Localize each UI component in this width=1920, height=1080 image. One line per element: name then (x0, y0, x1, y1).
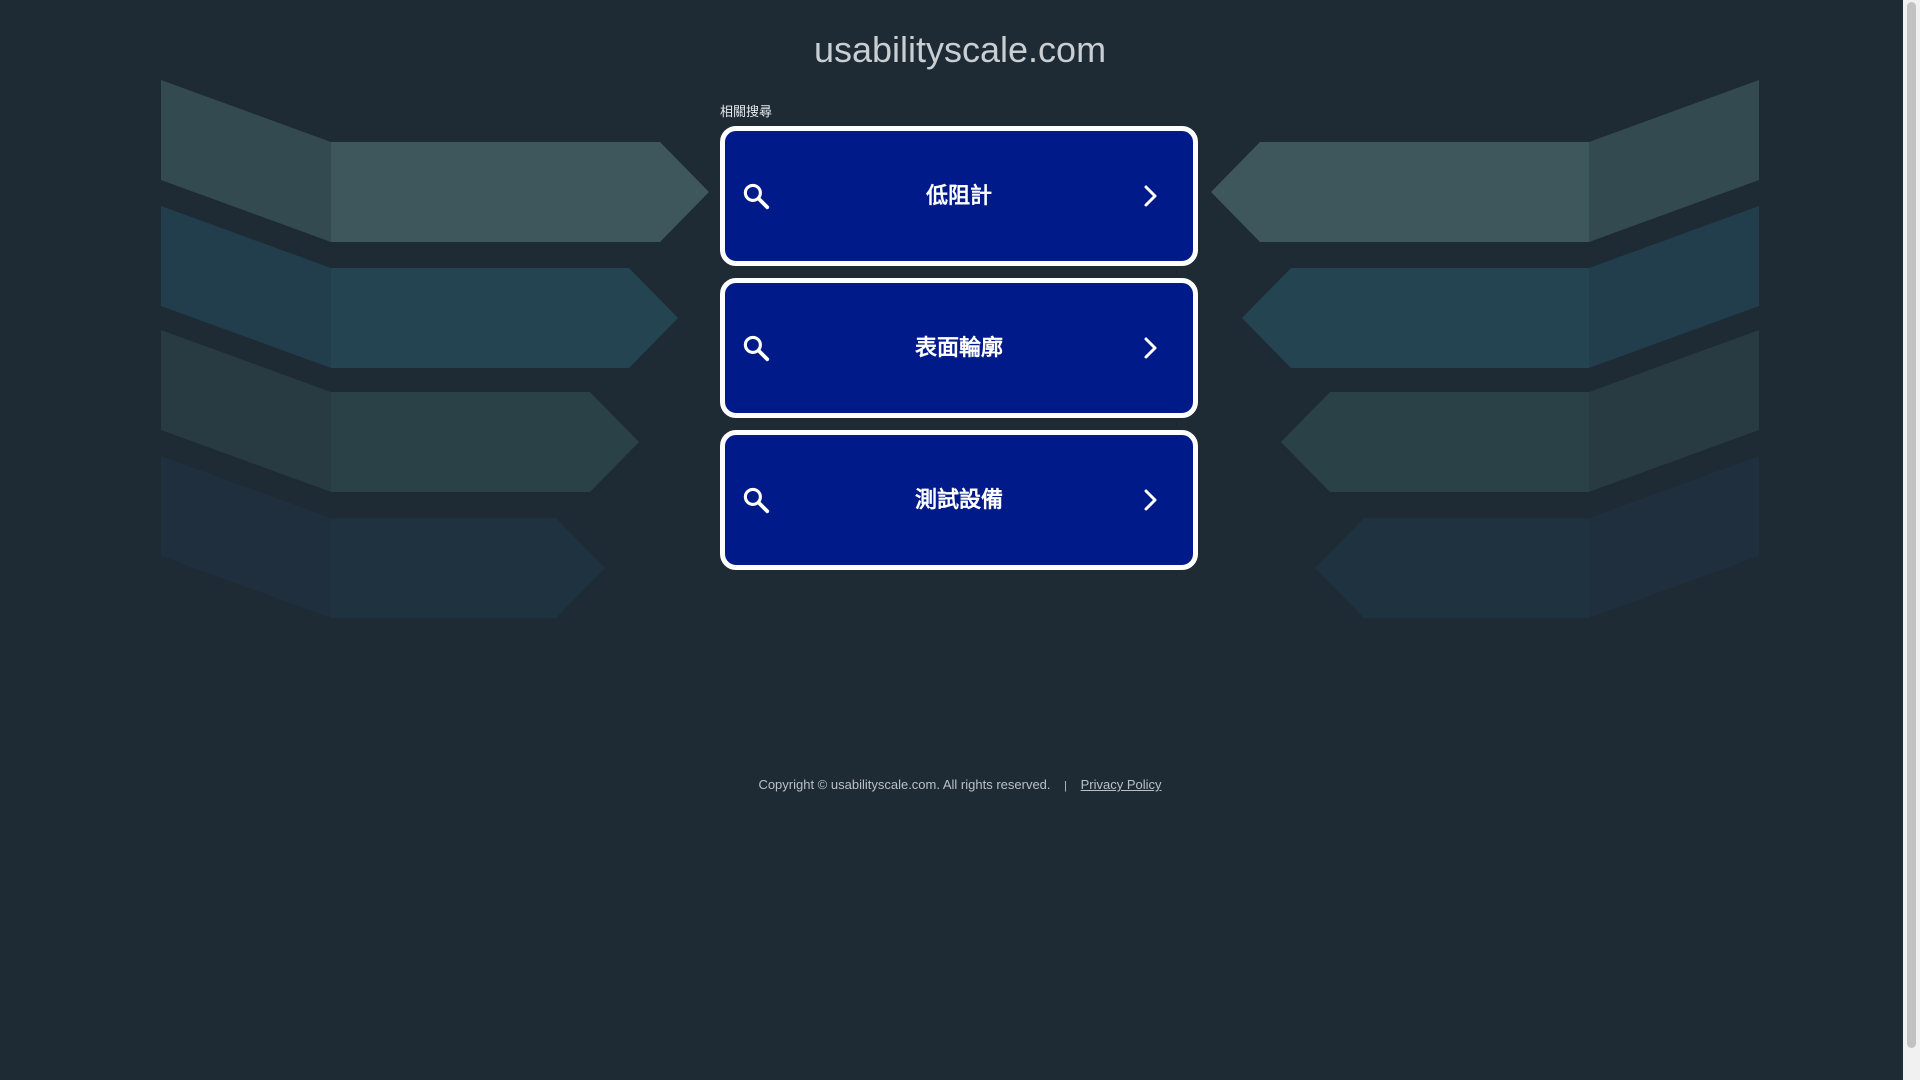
chevron-right-icon (1144, 489, 1157, 511)
related-search-button-3[interactable]: 測試設備 (720, 430, 1198, 570)
related-search-button-2[interactable]: 表面輪廓 (720, 278, 1198, 418)
chevron-right-icon (1144, 185, 1157, 207)
copyright-text: Copyright © usabilityscale.com. All righ… (758, 777, 1051, 792)
parked-domain-page: usabilityscale.com 相關搜尋 低阻計 表面輪廓 測試設備 Co… (0, 0, 1920, 1080)
related-search-label: 測試設備 (914, 487, 1003, 512)
scrollbar-thumb[interactable] (1907, 2, 1916, 1048)
page-title: usabilityscale.com (813, 29, 1107, 70)
related-searches-label: 相關搜尋 (720, 104, 773, 119)
related-search-button-1[interactable]: 低阻計 (720, 126, 1198, 266)
footer: Copyright © usabilityscale.com. All righ… (0, 777, 1920, 794)
related-search-label: 低阻計 (925, 183, 992, 208)
related-search-label: 表面輪廓 (914, 335, 1003, 360)
footer-separator: | (1064, 780, 1068, 792)
vertical-scrollbar[interactable] (1903, 0, 1920, 1080)
chevron-right-icon (1144, 337, 1157, 359)
privacy-policy-link[interactable]: Privacy Policy (1081, 777, 1162, 792)
